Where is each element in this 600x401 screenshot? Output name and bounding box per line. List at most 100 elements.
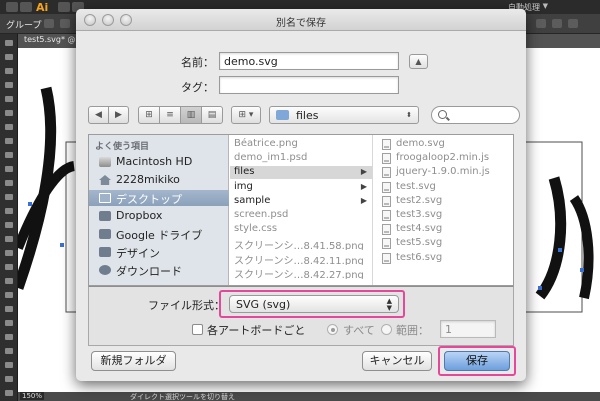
sidebar-item-home[interactable]: 2228mikiko: [89, 172, 229, 188]
file-row[interactable]: style.css: [230, 223, 372, 236]
all-radio[interactable]: [327, 324, 338, 335]
hand-tool-icon[interactable]: [5, 376, 13, 382]
range-radio[interactable]: [381, 324, 392, 335]
format-options-panel: ファイル形式： SVG (svg) ▲ ▼ 各アートボードごと すべて 範囲： 1: [88, 286, 514, 346]
file-row[interactable]: test2.svg: [374, 195, 513, 208]
new-folder-button[interactable]: 新規フォルダ: [91, 351, 176, 371]
dialog-titlebar[interactable]: 別名で保存: [76, 9, 526, 31]
file-row[interactable]: test.svg: [374, 181, 513, 194]
file-row[interactable]: test5.svg: [374, 237, 513, 250]
icon-view-button[interactable]: ⊞: [138, 106, 160, 124]
gradient-tool-icon[interactable]: [5, 278, 13, 284]
chevron-down-icon[interactable]: ▼: [543, 2, 548, 10]
each-artboard-checkbox[interactable]: [192, 324, 203, 335]
document-icon: [382, 167, 391, 179]
current-folder-column: demo.svg froogaloop2.min.js jquery-1.9.0.m…: [374, 135, 513, 285]
rotate-tool-icon[interactable]: [5, 180, 13, 186]
pencil-tool-icon[interactable]: [5, 152, 13, 158]
cancel-button[interactable]: キャンセル: [362, 351, 432, 371]
folder-icon: [99, 229, 111, 239]
file-row[interactable]: スクリーンシ…8.42.27.png: [230, 266, 372, 279]
save-as-dialog: 別名で保存 名前： demo.svg ▲ タグ： ◀ ▶ ⊞ ≡ ▥ ▤ ⊞ ▾…: [76, 9, 526, 381]
expand-dialog-button[interactable]: ▲: [409, 54, 428, 69]
type-tool-icon[interactable]: [5, 96, 13, 102]
magic-wand-tool-icon[interactable]: [5, 68, 13, 74]
fill-swatch[interactable]: [44, 19, 54, 28]
row-label: test5.svg: [396, 237, 443, 249]
column-view-icon: ▥: [186, 110, 196, 120]
align-button[interactable]: [536, 19, 546, 28]
eyedropper-tool-icon[interactable]: [5, 292, 13, 298]
sidebar-item-dropbox[interactable]: Dropbox: [89, 208, 229, 224]
transform-button[interactable]: [552, 19, 562, 28]
list-view-button[interactable]: ≡: [159, 106, 181, 124]
app-button[interactable]: [20, 2, 32, 12]
pen-tool-icon[interactable]: [5, 82, 13, 88]
zoom-tool-icon[interactable]: [5, 390, 13, 396]
file-row[interactable]: froogaloop2.min.js: [374, 152, 513, 165]
app-button[interactable]: [6, 2, 18, 12]
file-row[interactable]: スクリーンシ…8.41.58.png: [230, 237, 372, 250]
zoom-level[interactable]: 150%: [20, 392, 45, 400]
symbol-sprayer-tool-icon[interactable]: [5, 320, 13, 326]
sidebar-item-downloads[interactable]: ダウンロード: [89, 262, 229, 278]
status-bar: 150% ダイレクト選択ツールを切り替え: [18, 392, 600, 401]
file-row[interactable]: test4.svg: [374, 223, 513, 236]
rectangle-tool-icon[interactable]: [5, 124, 13, 130]
artboard-tool-icon[interactable]: [5, 348, 13, 354]
chevron-right-icon: ▶: [360, 195, 367, 205]
bridge-button[interactable]: [58, 2, 70, 12]
width-tool-icon[interactable]: [5, 208, 13, 214]
row-label: jquery-1.9.0.min.js: [396, 166, 490, 178]
location-popup[interactable]: files ⬍: [269, 106, 419, 124]
file-row[interactable]: Béatrice.png: [230, 138, 372, 151]
paintbrush-tool-icon[interactable]: [5, 138, 13, 144]
free-transform-tool-icon[interactable]: [5, 222, 13, 228]
stroke-swatch[interactable]: [60, 19, 70, 28]
file-row[interactable]: screen.psd: [230, 209, 372, 222]
direct-selection-tool-icon[interactable]: [5, 54, 13, 60]
eraser-tool-icon[interactable]: [5, 166, 13, 172]
file-row[interactable]: test6.svg: [374, 252, 513, 265]
line-tool-icon[interactable]: [5, 110, 13, 116]
arrange-button[interactable]: ⊞ ▾: [231, 106, 261, 124]
sidebar-item-macintosh-hd[interactable]: Macintosh HD: [89, 154, 229, 170]
file-row[interactable]: demo_im1.psd: [230, 152, 372, 165]
document-icon: [382, 181, 391, 193]
coverflow-view-button[interactable]: ▤: [201, 106, 223, 124]
sidebar-item-desktop[interactable]: デスクトップ: [89, 190, 229, 206]
format-highlight: [219, 290, 405, 318]
graph-tool-icon[interactable]: [5, 334, 13, 340]
anchor-point: [60, 243, 64, 247]
sidebar-item-design[interactable]: デザイン: [89, 244, 229, 260]
dialog-title: 別名で保存: [276, 18, 326, 29]
row-label: test4.svg: [396, 223, 443, 235]
folder-row[interactable]: img ▶: [230, 181, 372, 194]
row-label: screen.psd: [234, 209, 289, 220]
shape-builder-tool-icon[interactable]: [5, 236, 13, 242]
forward-button[interactable]: ▶: [108, 106, 129, 124]
file-row[interactable]: スクリーンシ…8.42.11.png: [230, 252, 372, 265]
column-view-button[interactable]: ▥: [180, 106, 202, 124]
sidebar-item-google-drive[interactable]: Google ドライブ: [89, 226, 229, 242]
back-button[interactable]: ◀: [88, 106, 109, 124]
file-row[interactable]: test3.svg: [374, 209, 513, 222]
sidebar-item-label: デスクトップ: [116, 193, 182, 206]
filename-field[interactable]: demo.svg: [219, 52, 399, 70]
tags-field[interactable]: [219, 76, 399, 94]
illustrator-logo: Ai: [36, 1, 49, 14]
mesh-tool-icon[interactable]: [5, 264, 13, 270]
perspective-grid-tool-icon[interactable]: [5, 250, 13, 256]
file-row[interactable]: demo.svg: [374, 138, 513, 151]
search-field[interactable]: [431, 106, 520, 124]
row-label: demo.svg: [396, 138, 445, 149]
scale-tool-icon[interactable]: [5, 194, 13, 200]
blend-tool-icon[interactable]: [5, 306, 13, 312]
file-row[interactable]: jquery-1.9.0.min.js: [374, 166, 513, 179]
range-field[interactable]: 1: [440, 320, 496, 338]
folder-row[interactable]: sample ▶: [230, 195, 372, 208]
selection-tool-icon[interactable]: [5, 40, 13, 46]
folder-row[interactable]: files ▶: [230, 166, 372, 180]
slice-tool-icon[interactable]: [5, 362, 13, 368]
panel-menu-button[interactable]: [568, 19, 578, 28]
